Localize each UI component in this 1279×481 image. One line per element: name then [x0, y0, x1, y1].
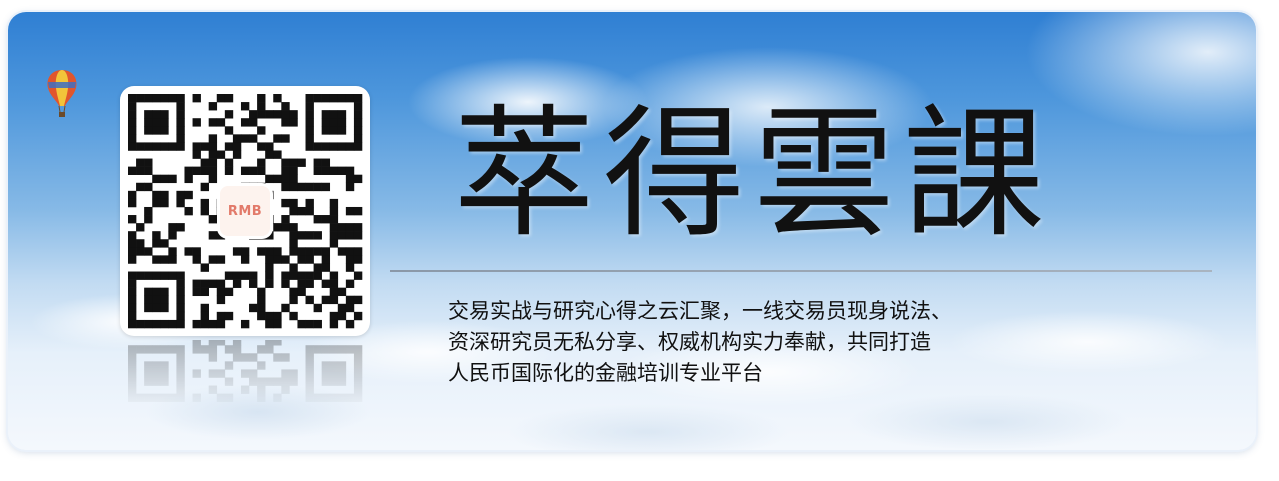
banner-title: 萃得雲課 — [453, 92, 1053, 257]
description-line: 人民币国际化的金融培训专业平台 — [448, 361, 763, 385]
description-line: 资深研究员无私分享、权威机构实力奉献，共同打造 — [448, 330, 931, 354]
hot-air-balloon-icon — [47, 70, 77, 117]
divider — [390, 270, 1212, 272]
qr-logo-text: RMB — [227, 203, 263, 219]
qr-center-logo: RMB — [220, 186, 270, 236]
qr-code[interactable]: RMB — [120, 86, 370, 336]
qr-reflection — [120, 340, 370, 410]
banner: RMB 萃得雲課 交易实战与研究心得之云汇聚，一线交易员现身说法、 资深研究员无… — [8, 12, 1256, 450]
description-line: 交易实战与研究心得之云汇聚，一线交易员现身说法、 — [448, 299, 952, 323]
banner-description: 交易实战与研究心得之云汇聚，一线交易员现身说法、 资深研究员无私分享、权威机构实… — [448, 296, 1208, 389]
